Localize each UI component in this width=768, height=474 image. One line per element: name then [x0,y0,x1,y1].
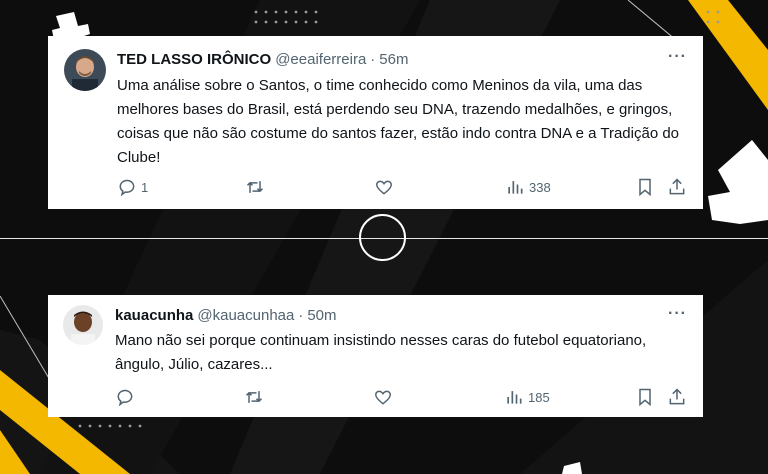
like-button[interactable] [373,385,393,409]
author-name[interactable]: TED LASSO IRÔNICO [117,51,271,68]
retweet-button[interactable] [245,175,265,199]
reply-icon [119,179,135,197]
more-icon[interactable]: ··· [668,48,687,66]
more-icon[interactable]: ··· [668,305,687,323]
like-icon [374,390,392,405]
tweet-actions: 185 [48,385,703,409]
author-handle[interactable]: @eeaiferreira [275,51,366,68]
views-button[interactable]: 185 [504,385,550,409]
avatar[interactable] [63,305,103,345]
bookmark-icon [639,178,651,197]
reply-button[interactable] [115,385,135,409]
meta-separator: · [298,307,304,324]
reply-icon [117,389,133,407]
meta-separator: · [370,51,376,68]
retweet-button[interactable] [244,385,264,409]
like-icon [375,180,393,195]
views-count: 185 [528,389,550,405]
reply-count: 1 [141,179,149,195]
views-icon [508,181,523,194]
share-icon [669,178,685,195]
tweet-text: Uma análise sobre o Santos, o time conhe… [117,77,680,166]
retweet-icon [245,391,263,403]
tweet-time[interactable]: 56m [379,51,408,68]
tweet-text: Mano não sei porque continuam insistindo… [115,332,647,373]
views-icon [507,391,522,404]
retweet-icon [246,181,264,193]
views-count: 338 [529,179,551,195]
bookmark-icon [639,388,651,407]
reply-button[interactable]: 1 [117,175,148,199]
bookmark-button[interactable] [635,385,655,409]
bookmark-button[interactable] [635,175,655,199]
divider-circle [359,214,406,261]
like-button[interactable] [374,175,394,199]
share-button[interactable] [667,385,687,409]
tweet-header: kauacunha @kauacunhaa · 50m [115,307,337,324]
tweet-header: TED LASSO IRÔNICO @eeaiferreira · 56m [117,51,408,68]
author-handle[interactable]: @kauacunhaa [197,307,294,324]
tweet-card[interactable]: kauacunha @kauacunhaa · 50m ··· Mano não se… [48,295,703,417]
tweet-card[interactable]: TED LASSO IRÔNICO @eeaiferreira · 56m ··· U… [48,36,703,209]
tweet-time[interactable]: 50m [307,307,336,324]
views-button[interactable]: 338 [505,175,551,199]
share-icon [669,388,685,405]
author-name[interactable]: kauacunha [115,307,193,324]
avatar[interactable] [64,49,106,91]
tweet-actions: 1 338 [48,175,703,199]
share-button[interactable] [667,175,687,199]
